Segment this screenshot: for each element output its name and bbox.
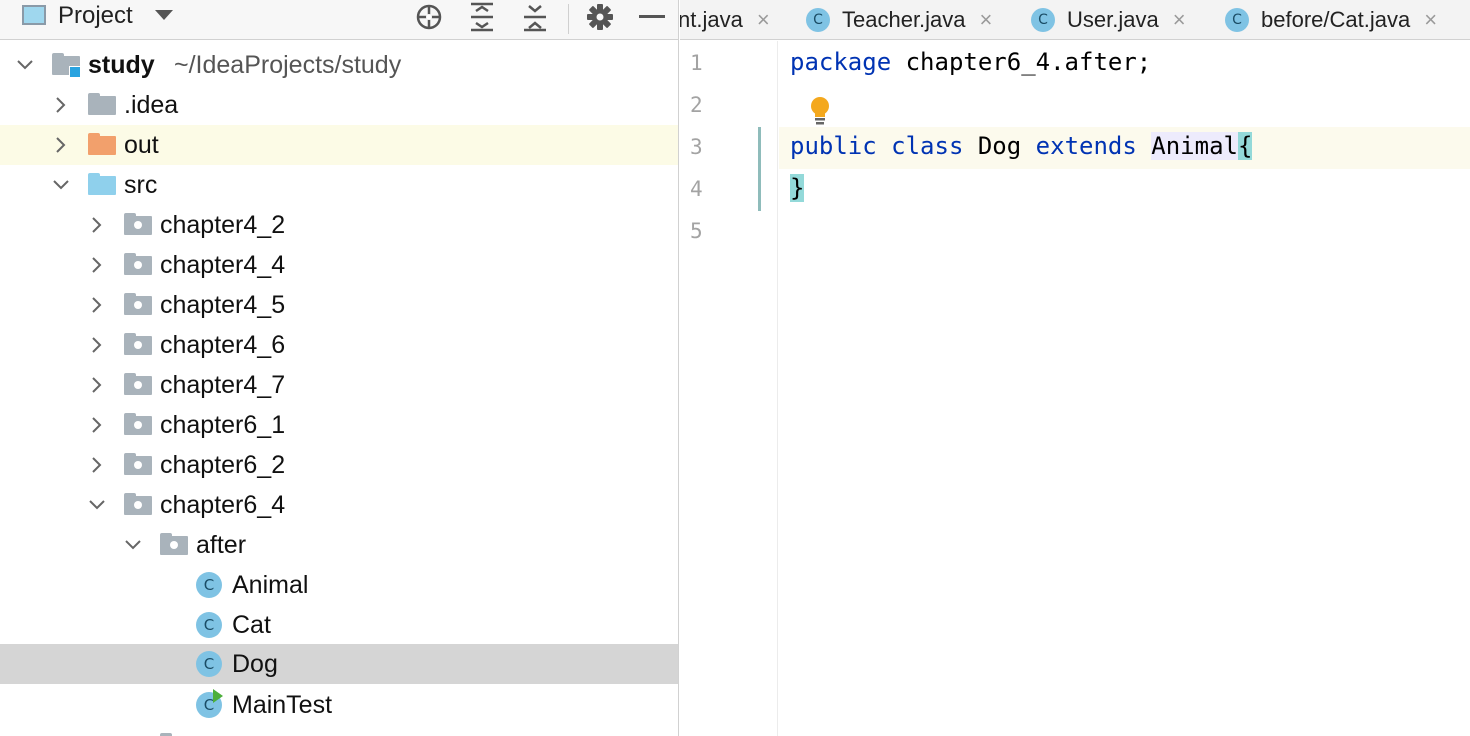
package-icon [124, 293, 152, 315]
project-view-title[interactable]: Project [58, 2, 133, 30]
editor-tab-user[interactable]: C User.java × [1031, 0, 1186, 39]
class-icon: C [196, 612, 222, 638]
chevron-right-icon[interactable] [88, 456, 106, 474]
vcs-change-marker[interactable] [758, 127, 761, 211]
line-number: 3 [690, 135, 703, 159]
line-number: 2 [690, 93, 703, 117]
header-divider [568, 4, 569, 34]
tree-item-chapter6-4[interactable]: chapter6_4 [0, 485, 678, 525]
tree-item-chapter4-7[interactable]: chapter4_7 [0, 365, 678, 405]
close-icon[interactable]: × [757, 7, 770, 33]
code-line-3: public class Dog extends Animal{ [790, 132, 1253, 160]
collapse-all-icon[interactable] [520, 2, 550, 32]
tree-item-chapter4-4[interactable]: chapter4_4 [0, 245, 678, 285]
code-text-area[interactable]: package chapter6_4.after; public class D… [779, 41, 1470, 736]
chevron-down-icon[interactable] [52, 176, 70, 194]
source-folder-icon [88, 173, 116, 195]
folder-icon [88, 93, 116, 115]
package-icon [124, 453, 152, 475]
tree-item-idea[interactable]: .idea [0, 85, 678, 125]
tree-item-src[interactable]: src [0, 165, 678, 205]
package-icon [124, 333, 152, 355]
matched-brace: } [790, 174, 805, 202]
excluded-folder-icon [88, 133, 116, 155]
chevron-right-icon[interactable] [88, 336, 106, 354]
tree-item-chapter4-5[interactable]: chapter4_5 [0, 285, 678, 325]
tree-item-chapter6-2[interactable]: chapter6_2 [0, 445, 678, 485]
chevron-right-icon[interactable] [52, 136, 70, 154]
tree-item-chapter4-6[interactable]: chapter4_6 [0, 325, 678, 365]
line-number: 1 [690, 51, 703, 75]
editor-tab[interactable]: nt.java × [680, 0, 770, 39]
tree-item-animal[interactable]: C Animal [0, 565, 678, 605]
line-number: 5 [690, 219, 703, 243]
hide-icon[interactable] [637, 2, 667, 32]
project-tool-window: Project study ~/IdeaProjects/study .idea… [0, 0, 679, 736]
lightbulb-icon[interactable] [809, 96, 831, 126]
tree-item-cat[interactable]: C Cat [0, 605, 678, 645]
package-icon [124, 493, 152, 515]
chevron-right-icon[interactable] [88, 376, 106, 394]
expand-all-icon[interactable] [467, 2, 497, 32]
code-line-1: package chapter6_4.after; [790, 48, 1152, 76]
runnable-class-icon: C [196, 689, 223, 718]
tree-item-maintest[interactable]: C MainTest [0, 685, 678, 725]
tree-item-after[interactable]: after [0, 525, 678, 565]
close-icon[interactable]: × [980, 7, 993, 33]
editor-tab-teacher[interactable]: C Teacher.java × [806, 0, 993, 39]
tree-item-study[interactable]: study ~/IdeaProjects/study [0, 45, 678, 85]
chevron-down-icon[interactable] [155, 10, 173, 20]
tree-item-dog[interactable]: C Dog [0, 644, 678, 684]
class-icon: C [196, 572, 222, 598]
chevron-right-icon[interactable] [52, 96, 70, 114]
chevron-down-icon[interactable] [88, 496, 106, 514]
package-icon [160, 533, 188, 555]
locate-icon[interactable] [414, 2, 444, 32]
chevron-right-icon[interactable] [88, 416, 106, 434]
project-pane-header: Project [0, 0, 678, 40]
class-icon: C [806, 8, 830, 32]
class-icon: C [1031, 8, 1055, 32]
package-icon [124, 413, 152, 435]
tree-item-out[interactable]: out [0, 125, 678, 165]
chevron-right-icon[interactable] [88, 216, 106, 234]
chevron-right-icon[interactable] [88, 256, 106, 274]
close-icon[interactable]: × [1424, 7, 1437, 33]
matched-brace: { [1237, 132, 1253, 160]
chevron-right-icon[interactable] [88, 296, 106, 314]
project-view-icon [22, 5, 46, 25]
close-icon[interactable]: × [1173, 7, 1186, 33]
editor-tab-bar: nt.java × C Teacher.java × C User.java ×… [680, 0, 1470, 40]
editor-tab-before-cat[interactable]: C before/Cat.java × [1225, 0, 1437, 39]
line-number-gutter[interactable]: 1 2 3 4 5 [680, 41, 778, 736]
package-icon [124, 213, 152, 235]
gear-icon[interactable] [585, 2, 615, 32]
class-icon: C [1225, 8, 1249, 32]
tree-item-chapter4-2[interactable]: chapter4_2 [0, 205, 678, 245]
tree-item-partial [0, 725, 678, 736]
code-editor: nt.java × C Teacher.java × C User.java ×… [680, 0, 1470, 736]
chevron-down-icon[interactable] [124, 536, 142, 554]
package-icon [124, 373, 152, 395]
package-icon [124, 253, 152, 275]
chevron-down-icon[interactable] [16, 56, 34, 74]
class-icon: C [196, 651, 222, 677]
code-line-4: } [790, 174, 805, 202]
tree-item-chapter6-1[interactable]: chapter6_1 [0, 405, 678, 445]
line-number: 4 [690, 177, 703, 201]
